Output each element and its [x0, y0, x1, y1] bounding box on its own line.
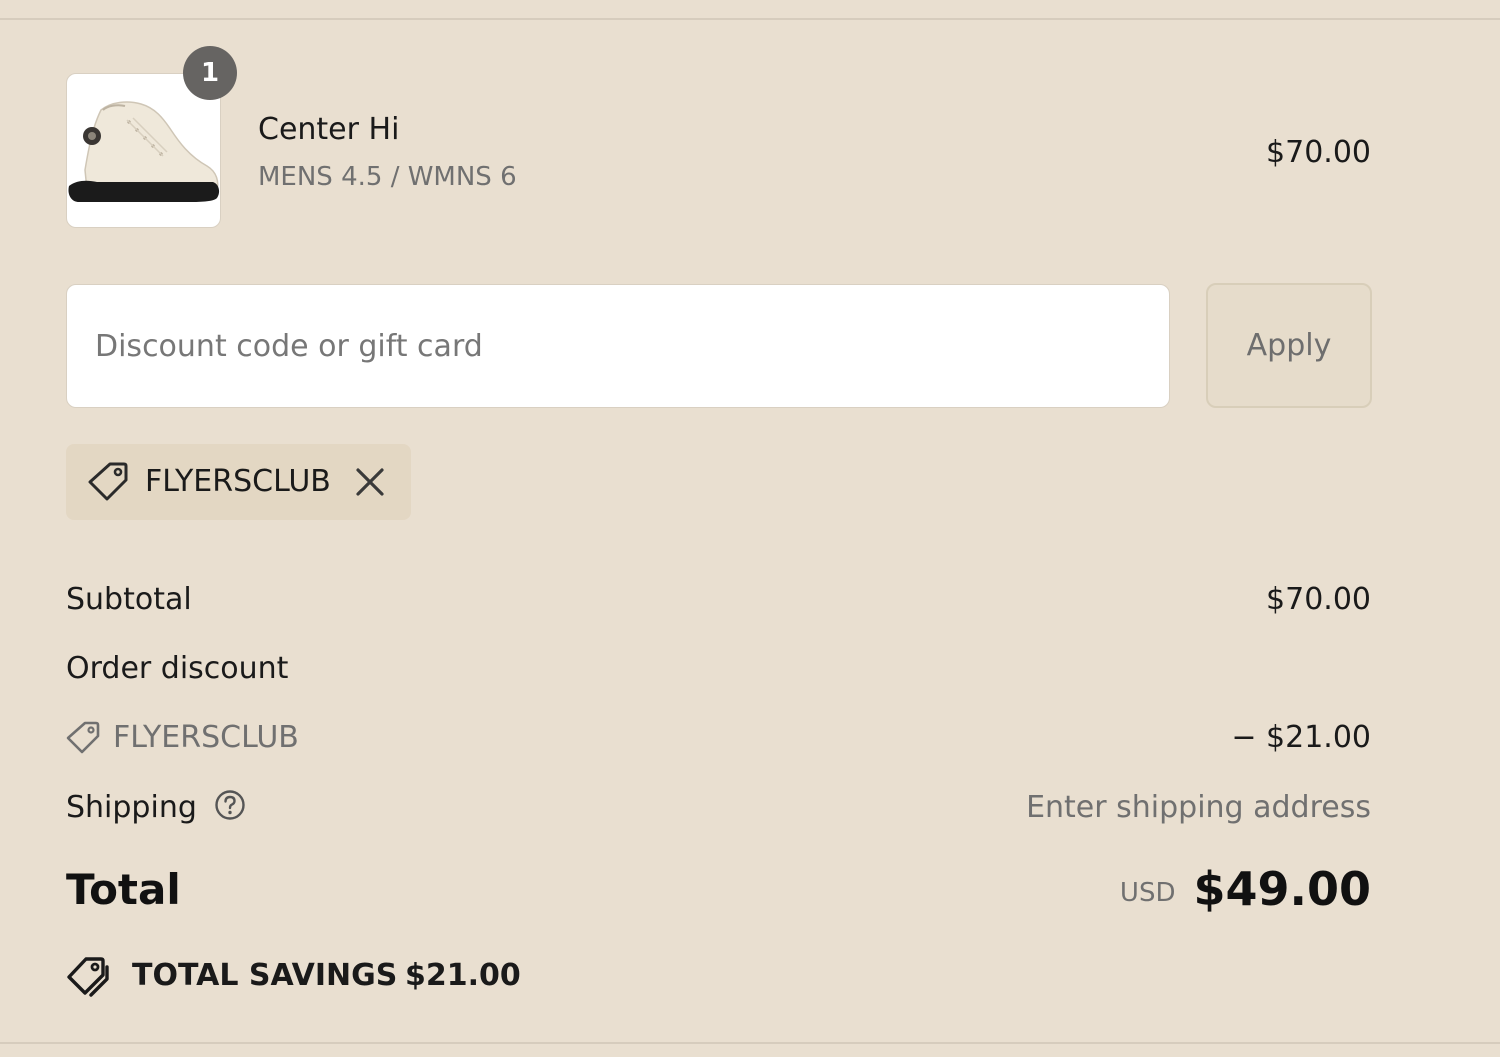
applied-discount-chip: FLYERSCLUB: [66, 444, 411, 520]
total-savings-label: TOTAL SAVINGS: [132, 958, 398, 993]
shipping-label: Shipping: [66, 790, 197, 825]
total-value: USD $49.00: [1120, 860, 1371, 918]
apply-button[interactable]: Apply: [1206, 283, 1372, 408]
subtotal-label: Subtotal: [66, 582, 192, 617]
remove-code-icon[interactable]: [352, 464, 388, 500]
bottom-divider: [0, 1042, 1500, 1044]
shipping-value: Enter shipping address: [1026, 790, 1371, 825]
order-discount-label: Order discount: [66, 651, 289, 686]
applied-code-label: FLYERSCLUB: [145, 464, 331, 499]
tag-icon: [66, 721, 100, 754]
discount-code-label: FLYERSCLUB: [113, 720, 299, 755]
savings-tag-icon: [67, 957, 109, 997]
discount-code-input[interactable]: [66, 284, 1170, 408]
tag-icon: [88, 462, 128, 501]
total-savings-value: $21.00: [405, 958, 521, 993]
total-label: Total: [66, 865, 181, 914]
product-price: $70.00: [1266, 135, 1371, 170]
subtotal-value: $70.00: [1266, 582, 1371, 617]
quantity-badge: 1: [183, 46, 237, 100]
total-amount: $49.00: [1193, 862, 1371, 916]
help-circle-icon[interactable]: [214, 789, 246, 821]
total-currency: USD: [1119, 878, 1176, 908]
product-variant: MENS 4.5 / WMNS 6: [258, 162, 517, 192]
top-divider: [0, 18, 1500, 20]
product-name: Center Hi: [258, 112, 400, 147]
discount-value: − $21.00: [1231, 720, 1371, 755]
